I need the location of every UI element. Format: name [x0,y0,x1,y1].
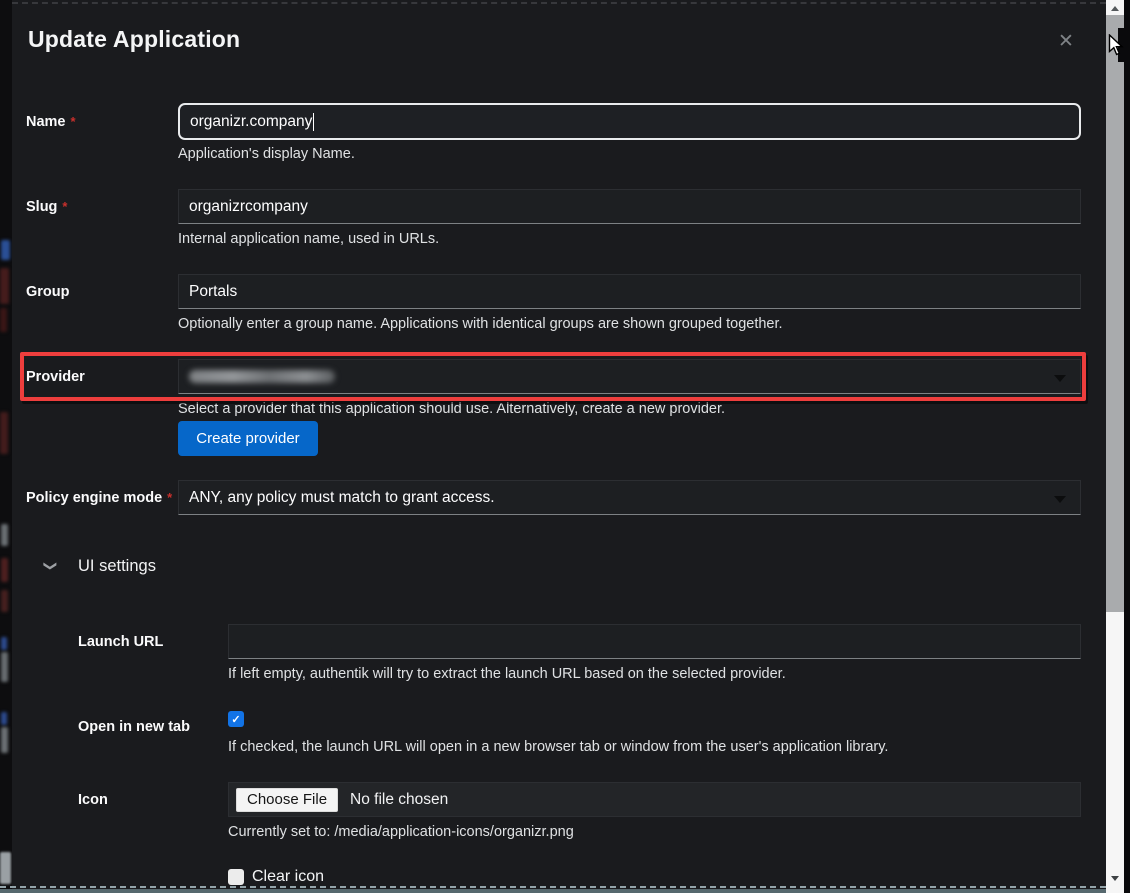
name-input[interactable]: organizr.company [178,103,1081,140]
provider-help: Select a provider that this application … [178,401,725,417]
background-fragment [0,308,7,332]
icon-file-input[interactable]: Choose File No file chosen [228,782,1081,817]
scrollbar-down-arrow-icon[interactable] [1111,876,1119,881]
slug-input[interactable]: organizrcompany [178,189,1081,224]
select-caret-icon [1054,375,1066,382]
background-fragment [1,637,7,650]
check-icon: ✓ [231,713,240,726]
background-page-edge [0,0,12,893]
background-fragment [1,727,8,753]
required-marker: * [167,490,172,505]
policy-engine-mode-select[interactable]: ANY, any policy must match to grant acce… [178,480,1081,515]
open-in-new-tab-checkbox[interactable]: ✓ [228,711,244,727]
required-marker: * [62,199,67,214]
modal-bottom-outline [0,886,1106,888]
background-fragment [1,712,7,725]
background-fragment [0,268,9,304]
open-in-new-tab-help: If checked, the launch URL will open in … [228,739,888,755]
background-fragment [0,412,8,454]
provider-select[interactable] [178,359,1081,394]
background-fragment [1,590,8,612]
ui-settings-header[interactable]: UI settings [78,557,156,576]
name-help: Application's display Name. [178,146,355,162]
name-label: Name* [26,114,76,130]
launch-url-label: Launch URL [78,634,163,650]
icon-help: Currently set to: /media/application-ico… [228,824,574,840]
redacted-provider-value [189,370,335,383]
launch-url-help: If left empty, authentik will try to ext… [228,666,786,682]
page-bottom-strip [0,889,1106,893]
slug-help: Internal application name, used in URLs. [178,231,439,247]
group-help: Optionally enter a group name. Applicati… [178,316,783,332]
file-status-text: No file chosen [350,791,448,809]
select-caret-icon [1054,496,1066,503]
page: Update Application ✕ Name* organizr.comp… [0,0,1130,893]
text-cursor [313,113,314,131]
background-fragment [1,652,8,682]
close-icon[interactable]: ✕ [1058,30,1074,53]
chevron-down-icon[interactable]: ❯ [42,561,58,572]
provider-label: Provider [26,369,85,385]
background-fragment [1,524,8,546]
window-right-edge [1124,0,1130,893]
clear-icon-label: Clear icon [252,868,324,886]
modal-title: Update Application [28,26,240,53]
background-fragment [1,240,10,260]
group-label: Group [26,284,70,300]
group-input[interactable]: Portals [178,274,1081,309]
background-fragment [0,852,11,884]
open-in-new-tab-label: Open in new tab [78,719,190,735]
create-provider-button[interactable]: Create provider [178,421,318,456]
required-marker: * [71,114,76,129]
modal-top-outline [12,2,1106,4]
icon-label: Icon [78,792,108,808]
scrollbar-thumb[interactable] [1106,15,1124,612]
policy-engine-mode-label: Policy engine mode* [26,490,172,506]
launch-url-input[interactable] [228,624,1081,659]
scrollbar-up-arrow-icon[interactable] [1111,6,1119,11]
background-fragment [1,558,8,582]
slug-label: Slug* [26,199,67,215]
choose-file-button[interactable]: Choose File [236,788,338,812]
clear-icon-checkbox[interactable] [228,869,244,885]
